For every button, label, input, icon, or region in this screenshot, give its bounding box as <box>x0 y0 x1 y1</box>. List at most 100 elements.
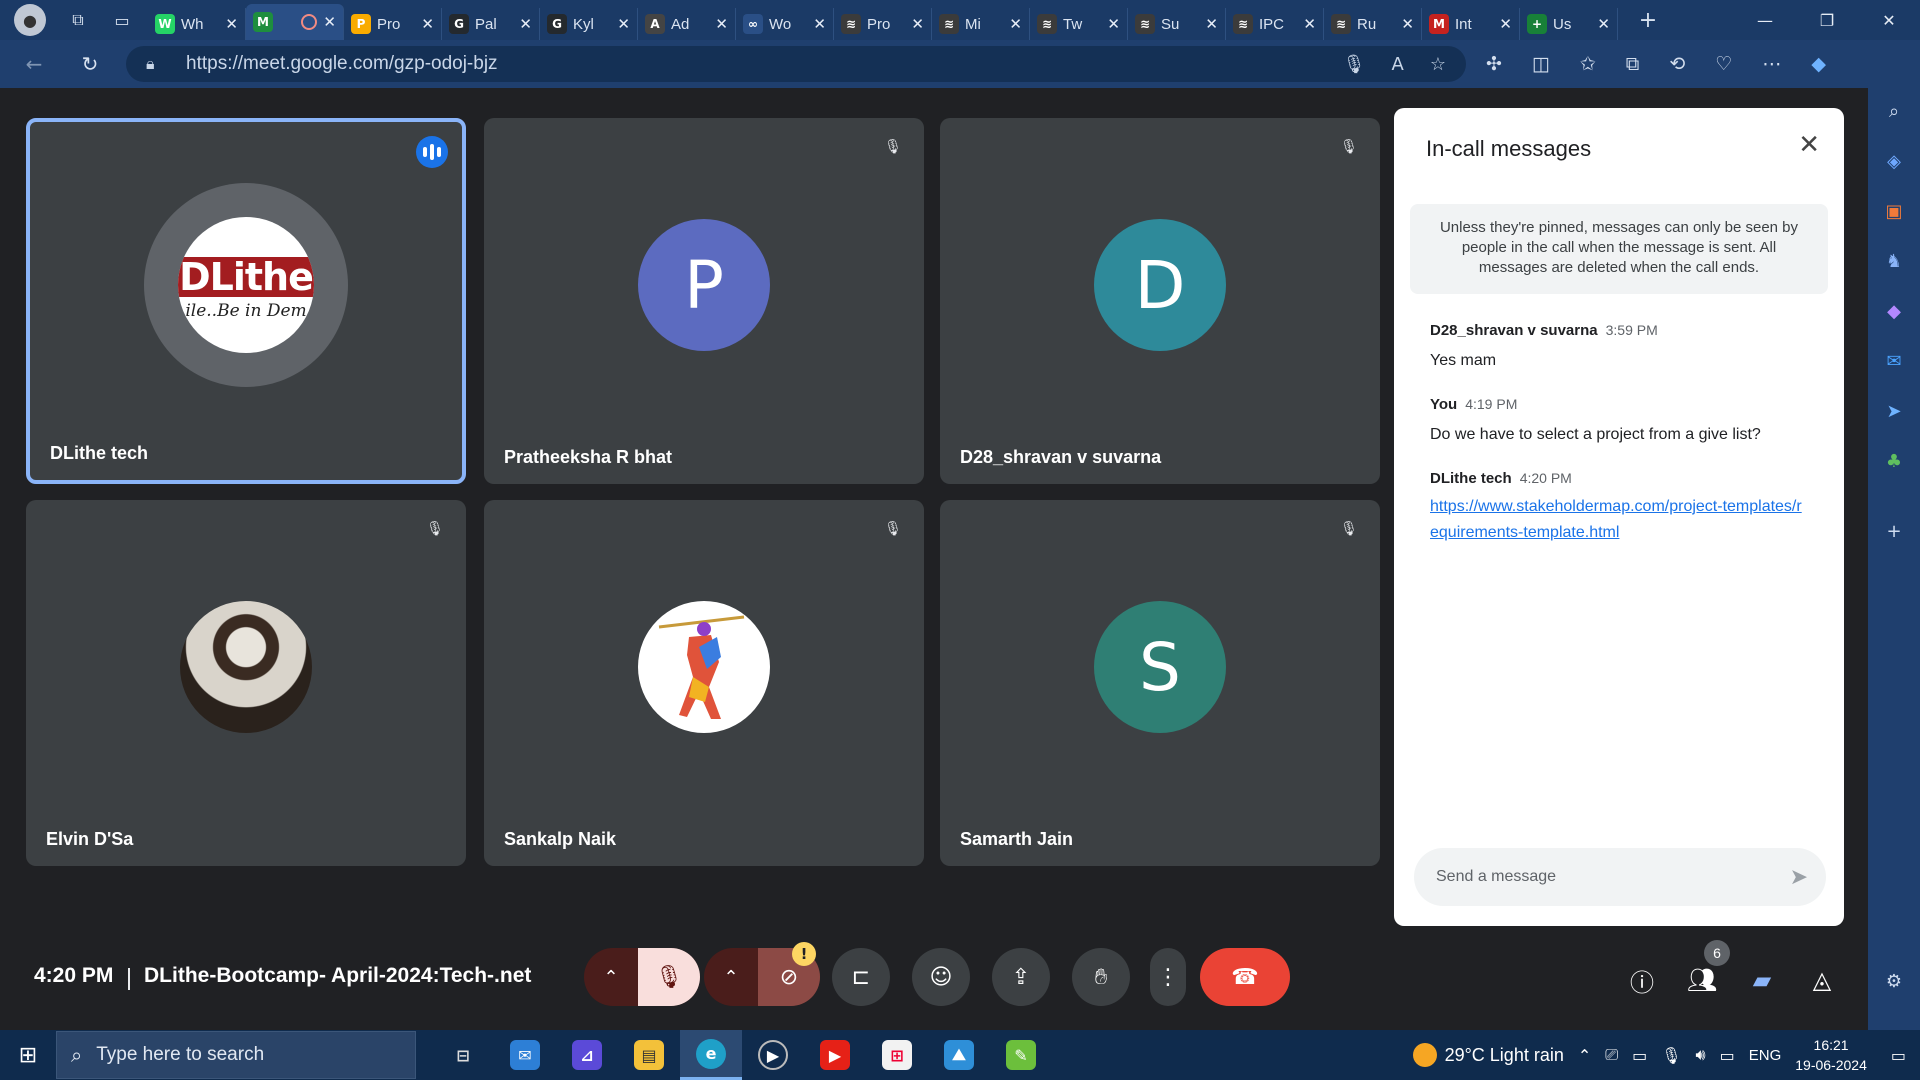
browser-tab[interactable]: M Int ✕ <box>1422 8 1520 40</box>
browser-tab[interactable]: ≋ Mi ✕ <box>932 8 1030 40</box>
restore-button[interactable]: ❐ <box>1796 0 1858 40</box>
new-tab-button[interactable]: + <box>1636 8 1660 33</box>
browser-tab[interactable]: ≋ Pro ✕ <box>834 8 932 40</box>
microphone-icon[interactable]: 🎙︎ <box>1343 54 1366 75</box>
close-tab-icon[interactable]: ✕ <box>813 15 826 33</box>
copilot-icon[interactable]: ◆ <box>1811 53 1826 75</box>
clock-date[interactable]: 16:21 19-06-2024 <box>1795 1035 1867 1075</box>
close-tab-icon[interactable]: ✕ <box>1499 15 1512 33</box>
sidebar-outlook-icon[interactable]: ✉ <box>1878 346 1910 376</box>
send-icon[interactable]: ➤ <box>1790 865 1808 890</box>
participant-tile[interactable]: S Samarth Jain 🎙︎ <box>940 500 1380 866</box>
browser-tab[interactable]: W Wh ✕ <box>148 8 246 40</box>
photos-app-icon[interactable]: ⛰ <box>928 1030 990 1080</box>
youtube-app-icon[interactable]: ▶ <box>804 1030 866 1080</box>
close-window-button[interactable]: ✕ <box>1858 0 1920 40</box>
participant-tile[interactable]: DLithe ile..Be in Dem DLithe tech <box>26 118 466 484</box>
raise-hand-button[interactable]: ✋︎ <box>1072 948 1130 1006</box>
participant-tile[interactable]: P Pratheeksha R bhat 🎙︎ <box>484 118 924 484</box>
close-tab-icon[interactable]: ✕ <box>715 15 728 33</box>
browser-tab[interactable]: G Kyl ✕ <box>540 8 638 40</box>
sidebar-shopping-icon[interactable]: ◈ <box>1878 146 1910 176</box>
favorite-star-icon[interactable]: ☆ <box>1430 54 1446 75</box>
workspaces-icon[interactable]: ⧉ <box>66 8 90 32</box>
notepad-app-icon[interactable]: ✎ <box>990 1030 1052 1080</box>
close-tab-icon[interactable]: ✕ <box>225 15 238 33</box>
browser-tab[interactable]: ≋ Tw ✕ <box>1030 8 1128 40</box>
edge-app-icon[interactable]: e <box>680 1030 742 1080</box>
activities-icon[interactable]: ◬ <box>1804 962 1840 998</box>
taskbar-search-box[interactable]: ⌕ Type here to search <box>56 1031 416 1079</box>
participant-tile[interactable]: Elvin D'Sa 🎙︎ <box>26 500 466 866</box>
close-tab-icon[interactable]: ✕ <box>1401 15 1414 33</box>
chevron-up-icon[interactable]: ⌃ <box>1578 1046 1591 1065</box>
send-message-input[interactable]: Send a message ➤ <box>1414 848 1826 906</box>
back-icon[interactable]: ← <box>22 52 46 76</box>
emoji-reactions-button[interactable]: ☺ <box>912 948 970 1006</box>
minimize-button[interactable]: — <box>1734 0 1796 40</box>
close-tab-icon[interactable]: ✕ <box>1009 15 1022 33</box>
sidebar-copilot-icon[interactable]: ◆ <box>1878 296 1910 326</box>
favorites-icon[interactable]: ✩ <box>1580 53 1596 75</box>
browser-tab[interactable]: + Us ✕ <box>1520 8 1618 40</box>
browser-tab[interactable]: ≋ IPC ✕ <box>1226 8 1324 40</box>
close-tab-icon[interactable]: ✕ <box>519 15 532 33</box>
sidebar-games-icon[interactable]: ♞ <box>1878 246 1910 276</box>
media-player-app-icon[interactable]: ▶ <box>742 1030 804 1080</box>
browser-tab[interactable]: P Pro ✕ <box>344 8 442 40</box>
participant-tile[interactable]: D D28_shravan v suvarna 🎙︎ <box>940 118 1380 484</box>
mic-off-button[interactable]: 🎙︎ <box>638 948 700 1006</box>
close-icon[interactable]: ✕ <box>1798 130 1820 160</box>
browser-tab[interactable]: M ✕ <box>246 4 344 40</box>
close-tab-icon[interactable]: ✕ <box>1107 15 1120 33</box>
extensions-icon[interactable]: ✣ <box>1486 53 1502 75</box>
people-icon[interactable]: 👥︎ <box>1684 962 1720 998</box>
close-tab-icon[interactable]: ✕ <box>323 13 336 31</box>
collections-icon[interactable]: ⧉ <box>1626 53 1640 75</box>
chat-icon[interactable]: ▰ <box>1744 962 1780 998</box>
history-icon[interactable]: ⟲ <box>1669 53 1685 75</box>
weather-widget[interactable]: 29°C Light rain <box>1412 1043 1564 1067</box>
split-screen-icon[interactable]: ◫ <box>1532 53 1550 75</box>
url-field[interactable]: 🔒︎ https://meet.google.com/gzp-odoj-bjz … <box>126 46 1466 82</box>
sidebar-settings-icon[interactable]: ⚙ <box>1878 966 1910 996</box>
browser-tab[interactable]: ≋ Su ✕ <box>1128 8 1226 40</box>
read-aloud-icon[interactable]: A <box>1392 54 1404 75</box>
more-options-button[interactable]: ⋮ <box>1150 948 1186 1006</box>
sidebar-search-icon[interactable]: ⌕ <box>1878 96 1910 126</box>
browser-tab[interactable]: A Ad ✕ <box>638 8 736 40</box>
close-tab-icon[interactable]: ✕ <box>1205 15 1218 33</box>
close-tab-icon[interactable]: ✕ <box>911 15 924 33</box>
network-icon[interactable]: ⎚ <box>1605 1045 1618 1065</box>
close-tab-icon[interactable]: ✕ <box>421 15 434 33</box>
battery-icon[interactable]: ▭ <box>1632 1046 1647 1065</box>
volume-icon[interactable]: 🔊︎ <box>1696 1045 1706 1065</box>
sidebar-tree-icon[interactable]: ♣ <box>1878 446 1910 476</box>
performance-icon[interactable]: ♡ <box>1715 53 1732 75</box>
participant-tile[interactable]: Sankalp Naik 🎙︎ <box>484 500 924 866</box>
close-tab-icon[interactable]: ✕ <box>1597 15 1610 33</box>
sidebar-tools-icon[interactable]: ▣ <box>1878 196 1910 226</box>
meeting-info-icon[interactable]: ⓘ <box>1624 962 1660 998</box>
captions-button[interactable]: ⊏ <box>832 948 890 1006</box>
sidebar-add-icon[interactable]: + <box>1878 516 1910 546</box>
mail-app-icon[interactable]: ✉ <box>494 1030 556 1080</box>
store-app-icon[interactable]: ⊞ <box>866 1030 928 1080</box>
more-icon[interactable]: ⋯ <box>1762 53 1781 75</box>
task-view-icon[interactable]: ⊟ <box>432 1030 494 1080</box>
browser-tab[interactable]: G Pal ✕ <box>442 8 540 40</box>
refresh-icon[interactable]: ↻ <box>78 52 102 76</box>
notification-icon[interactable]: ▭ <box>1891 1046 1906 1065</box>
audio-options-chevron-icon[interactable]: ⌃ <box>584 948 638 1006</box>
file-explorer-app-icon[interactable]: ▤ <box>618 1030 680 1080</box>
close-tab-icon[interactable]: ✕ <box>1303 15 1316 33</box>
tab-actions-icon[interactable]: ▭ <box>110 8 134 32</box>
video-options-chevron-icon[interactable]: ⌃ <box>704 948 758 1006</box>
visual-studio-app-icon[interactable]: ⊿ <box>556 1030 618 1080</box>
close-tab-icon[interactable]: ✕ <box>617 15 630 33</box>
windows-start-icon[interactable]: ⊞ <box>0 1030 56 1080</box>
profile-icon[interactable]: ● <box>14 4 46 36</box>
message-link[interactable]: https://www.stakeholdermap.com/project-t… <box>1430 494 1810 546</box>
browser-tab[interactable]: ∞ Wo ✕ <box>736 8 834 40</box>
language-indicator[interactable]: ENG <box>1749 1047 1782 1064</box>
